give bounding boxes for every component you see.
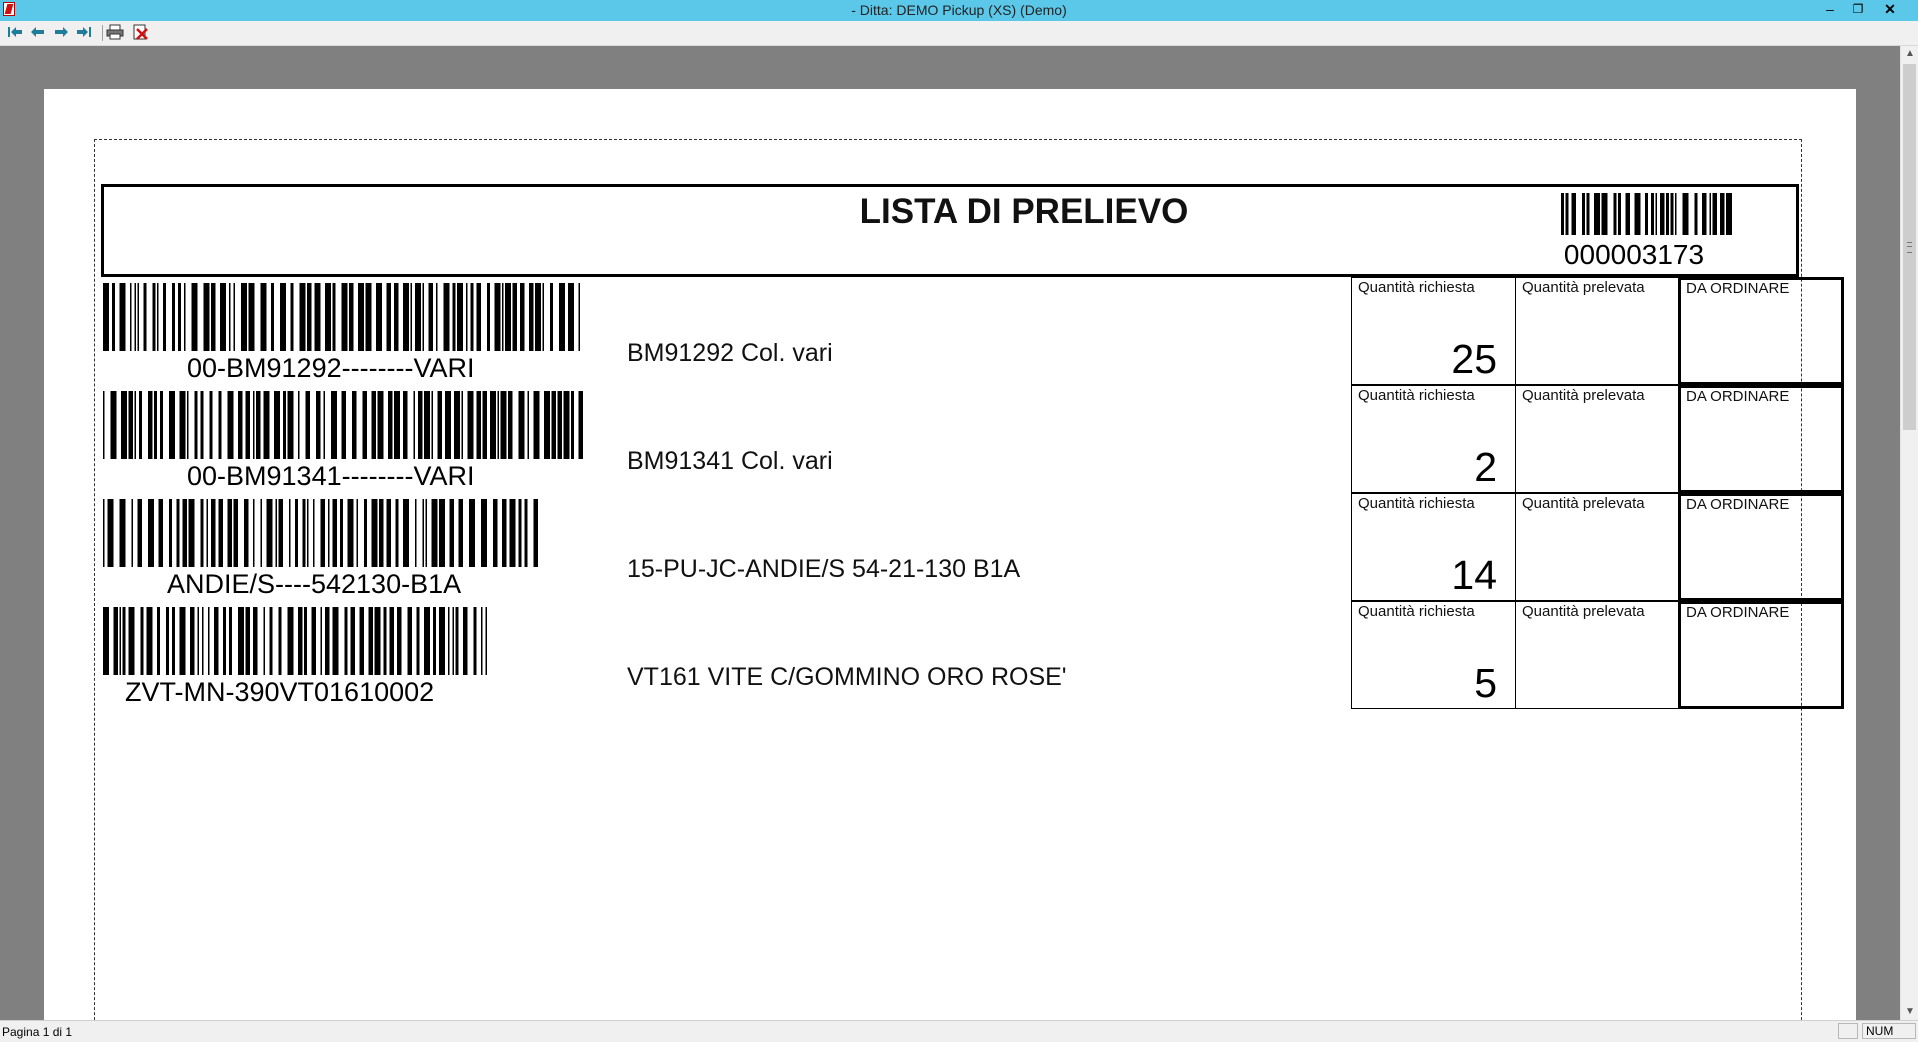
qty-requested-cell: Quantità richiesta 14 (1351, 493, 1516, 601)
qty-picked-cell: Quantità prelevata (1515, 385, 1679, 493)
qty-requested-cell: Quantità richiesta 25 (1351, 277, 1516, 385)
grip-icon (1907, 242, 1912, 253)
scrollbar-thumb[interactable] (1903, 64, 1916, 430)
scroll-down-icon[interactable]: ▼ (1901, 1004, 1918, 1020)
item-description: 15-PU-JC-ANDIE/S 54-21-130 B1A (627, 555, 1021, 583)
last-page-icon (77, 27, 91, 37)
to-order-cell: DA ORDINARE (1678, 277, 1844, 385)
item-barcode (103, 283, 580, 351)
item-description: BM91341 Col. vari (627, 447, 833, 475)
document-number: 000003173 (1563, 239, 1705, 270)
qty-picked-label: Quantità prelevata (1522, 279, 1645, 296)
toolbar (0, 21, 1918, 46)
qty-requested-label: Quantità richiesta (1358, 279, 1475, 296)
qty-requested-label: Quantità richiesta (1358, 387, 1475, 404)
qty-picked-label: Quantità prelevata (1522, 603, 1645, 620)
close-preview-icon (133, 24, 148, 40)
item-barcode (103, 391, 583, 459)
qty-picked-cell: Quantità prelevata (1515, 277, 1679, 385)
to-order-label: DA ORDINARE (1686, 496, 1790, 513)
restore-button[interactable]: ❐ (1844, 0, 1872, 18)
minimize-button[interactable]: ‒ (1816, 0, 1844, 18)
num-lock-indicator: NUM (1862, 1023, 1916, 1039)
to-order-label: DA ORDINARE (1686, 280, 1790, 297)
vertical-scrollbar[interactable]: ▲ ▼ (1900, 46, 1918, 1020)
item-description: VT161 VITE C/GOMMINO ORO ROSE' (627, 663, 1067, 691)
to-order-label: DA ORDINARE (1686, 388, 1790, 405)
list-item: ZVT-MN-390VT01610002 VT161 VITE C/GOMMIN… (101, 601, 1844, 709)
to-order-label: DA ORDINARE (1686, 604, 1790, 621)
first-page-icon (8, 27, 22, 37)
qty-requested-value: 25 (1451, 336, 1497, 382)
item-barcode (103, 607, 487, 675)
list-item: 00-BM91341--------VARI BM91341 Col. vari… (101, 385, 1844, 493)
item-code: 00-BM91292--------VARI (187, 353, 475, 383)
list-item: 00-BM91292--------VARI BM91292 Col. vari… (101, 277, 1844, 385)
qty-requested-label: Quantità richiesta (1358, 603, 1475, 620)
scroll-up-icon[interactable]: ▲ (1901, 46, 1918, 62)
qty-picked-label: Quantità prelevata (1522, 495, 1645, 512)
to-order-cell: DA ORDINARE (1678, 601, 1844, 709)
qty-requested-value: 14 (1451, 552, 1497, 598)
print-icon (106, 24, 124, 40)
status-bar: Pagina 1 di 1 NUM (0, 1020, 1918, 1042)
item-description: BM91292 Col. vari (627, 339, 833, 367)
toolbar-separator (102, 25, 103, 41)
qty-requested-value: 2 (1474, 444, 1497, 490)
next-page-icon (55, 27, 68, 37)
item-code: 00-BM91341--------VARI (187, 461, 475, 491)
title-bar: - Ditta: DEMO Pickup (XS) (Demo) ‒ ❐ ✕ (0, 0, 1918, 21)
qty-requested-value: 5 (1474, 660, 1497, 706)
item-code: ZVT-MN-390VT01610002 (125, 677, 435, 707)
qty-picked-label: Quantità prelevata (1522, 387, 1645, 404)
item-barcode (103, 499, 538, 567)
list-item: ANDIE/S----542130-B1A 15-PU-JC-ANDIE/S 5… (101, 493, 1844, 601)
document-title: LISTA DI PRELIEVO (859, 192, 1189, 231)
qty-requested-cell: Quantità richiesta 5 (1351, 601, 1516, 709)
next-page-button[interactable] (52, 24, 72, 42)
qty-requested-cell: Quantità richiesta 2 (1351, 385, 1516, 493)
qty-picked-cell: Quantità prelevata (1515, 601, 1679, 709)
window-title: - Ditta: DEMO Pickup (XS) (Demo) (851, 2, 1067, 18)
previous-page-icon (31, 27, 44, 37)
to-order-cell: DA ORDINARE (1678, 385, 1844, 493)
close-button[interactable]: ✕ (1876, 0, 1904, 18)
page-indicator: Pagina 1 di 1 (2, 1025, 73, 1039)
print-preview-area[interactable]: LISTA DI PRELIEVO 000003173 00-BM91292--… (0, 46, 1900, 1020)
item-code: ANDIE/S----542130-B1A (167, 569, 462, 599)
document-barcode (1561, 193, 1732, 235)
qty-picked-cell: Quantità prelevata (1515, 493, 1679, 601)
to-order-cell: DA ORDINARE (1678, 493, 1844, 601)
last-page-button[interactable] (75, 24, 95, 42)
document-header: LISTA DI PRELIEVO 000003173 (101, 184, 1799, 277)
previous-page-button[interactable] (29, 24, 49, 42)
qty-requested-label: Quantità richiesta (1358, 495, 1475, 512)
document-page: LISTA DI PRELIEVO 000003173 00-BM91292--… (44, 89, 1856, 1020)
first-page-button[interactable] (6, 24, 26, 42)
status-panel-empty (1838, 1023, 1858, 1039)
close-preview-button[interactable] (132, 24, 152, 42)
print-button[interactable] (106, 24, 126, 42)
